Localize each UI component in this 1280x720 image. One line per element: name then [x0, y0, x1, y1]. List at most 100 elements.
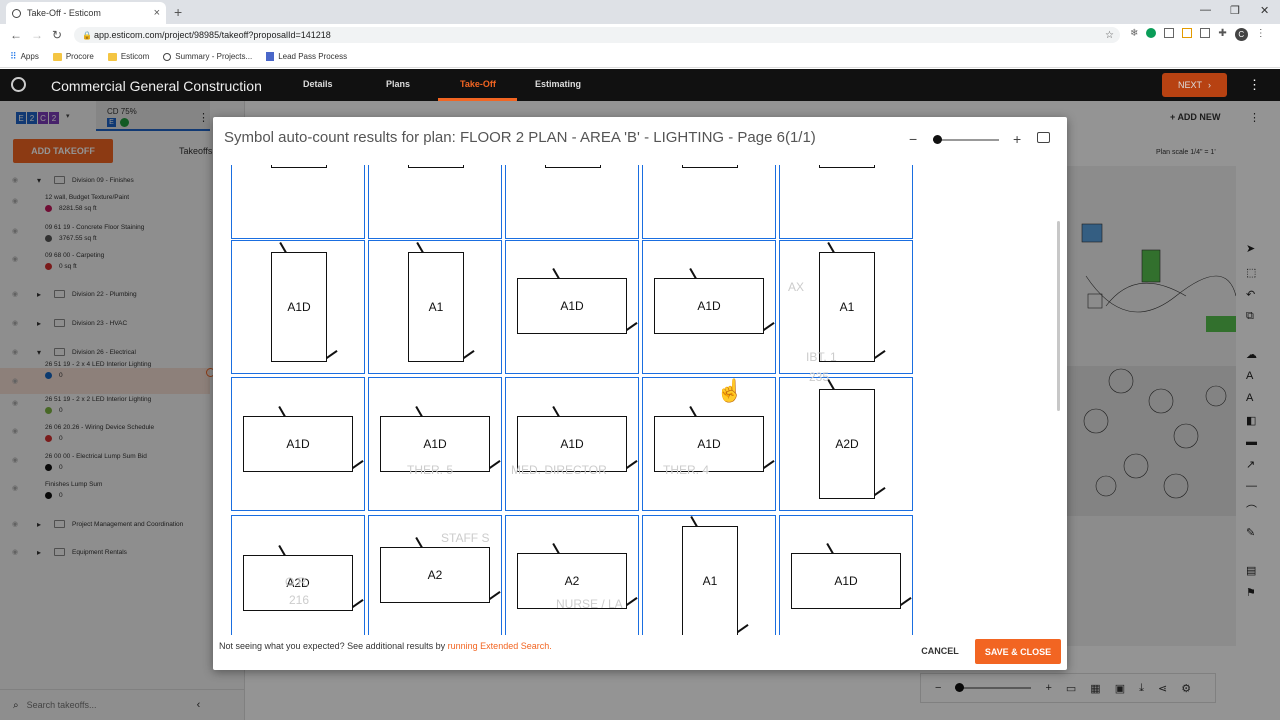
new-tab-icon[interactable]: + — [174, 4, 182, 20]
result-tile[interactable]: A1 — [368, 240, 502, 374]
folder-icon — [52, 52, 62, 61]
nav-details[interactable]: Details — [303, 79, 333, 89]
bookmark-star-icon[interactable]: ☆ — [1105, 30, 1114, 41]
background-plan-text: STAFF S — [441, 531, 490, 545]
result-tile[interactable]: A2 — [505, 515, 639, 635]
folder-icon — [107, 52, 117, 61]
background-plan-text: IBT. 1 — [806, 350, 837, 364]
save-close-button[interactable]: SAVE & CLOSE — [975, 639, 1061, 664]
symbol-results-dialog: Symbol auto-count results for plan: FLOO… — [213, 117, 1067, 670]
extension-icon[interactable] — [1182, 28, 1193, 38]
background-plan-text: 216 — [289, 593, 310, 607]
zoom-out-icon[interactable]: − — [909, 131, 917, 147]
esticom-favicon-icon — [12, 8, 21, 18]
app-header: Commercial General Construction Details … — [0, 69, 1280, 101]
result-tile[interactable]: A1D — [231, 165, 365, 239]
dialog-zoom-slider[interactable] — [933, 135, 999, 144]
nav-plans[interactable]: Plans — [386, 79, 410, 89]
bookmark-lead-pass-process[interactable]: Lead Pass Process — [266, 52, 347, 61]
doc-icon — [266, 52, 275, 61]
bookmark-summary-projects[interactable]: Summary - Projects... — [163, 52, 252, 61]
fixture-symbol: A1D — [819, 165, 875, 168]
fixture-symbol: A1 — [819, 252, 875, 362]
result-tile[interactable]: A1D — [779, 515, 913, 635]
extended-search-hint: Not seeing what you expected? See additi… — [219, 641, 552, 651]
bookmark-procore[interactable]: Procore — [52, 52, 94, 61]
zoom-in-icon[interactable]: + — [1013, 131, 1021, 147]
fixture-symbol: A1D — [682, 165, 738, 168]
result-tile[interactable]: A1D — [779, 165, 913, 239]
bookmark-apps[interactable]: ⠿ Apps — [10, 51, 39, 62]
bookmarks-bar: ⠿ Apps Procore Esticom Summary - Projects… — [0, 46, 1280, 68]
esticom-icon — [163, 52, 172, 61]
result-tile[interactable]: A1D — [231, 240, 365, 374]
result-tile[interactable]: A2D — [779, 377, 913, 511]
apps-grid-icon: ⠿ — [10, 51, 17, 61]
result-tile[interactable]: A1D — [505, 165, 639, 239]
background-plan-text: THER. 5 — [407, 463, 454, 477]
fixture-symbol: A1D — [408, 165, 464, 168]
chevron-right-icon: › — [1208, 80, 1211, 90]
extension-icon[interactable] — [1200, 28, 1211, 38]
forward-icon[interactable]: → — [31, 28, 43, 42]
project-title: Commercial General Construction — [51, 78, 262, 94]
fullscreen-icon[interactable] — [1037, 132, 1050, 143]
fixture-symbol: A1D — [545, 165, 601, 168]
result-tile[interactable]: A1D — [368, 165, 502, 239]
nav-takeoff[interactable]: Take-Off — [460, 79, 496, 89]
result-tile[interactable]: A1 — [779, 240, 913, 374]
extended-search-link[interactable]: running Extended Search. — [448, 641, 552, 651]
browser-tab-strip: Take-Off - Esticom × + — ❐ ✕ — [0, 0, 1280, 24]
background-plan-text: NURSE / LA — [556, 597, 623, 611]
background-plan-text: 235 — [809, 370, 830, 384]
fixture-symbol: A2 — [380, 547, 490, 603]
puzzle-icon[interactable]: ✚ — [1218, 28, 1226, 41]
reload-icon[interactable]: ↻ — [52, 28, 62, 42]
close-window-icon[interactable]: ✕ — [1260, 4, 1269, 17]
nav-estimating[interactable]: Estimating — [535, 79, 581, 89]
result-tile[interactable]: A1D — [505, 377, 639, 511]
lock-icon: 🔒 — [82, 30, 92, 40]
close-tab-icon[interactable]: × — [154, 7, 160, 19]
browser-tab[interactable]: Take-Off - Esticom × — [6, 2, 166, 24]
extension-icon[interactable] — [1146, 28, 1157, 38]
restore-icon[interactable]: ❐ — [1230, 4, 1240, 17]
back-icon[interactable]: ← — [10, 28, 22, 42]
minimize-icon[interactable]: — — [1200, 4, 1211, 16]
cancel-button[interactable]: CANCEL — [915, 639, 965, 663]
profile-avatar[interactable]: C — [1234, 28, 1248, 41]
fixture-symbol: A2D — [819, 389, 875, 499]
fixture-symbol: A1D — [271, 165, 327, 168]
result-tile[interactable]: A1D — [642, 165, 776, 239]
fixture-symbol: A1D — [517, 278, 627, 334]
background-plan-text: AX — [788, 280, 805, 294]
app-menu-icon[interactable]: ⋮ — [1248, 77, 1261, 93]
extensions-bar: ❄ ✚ C ⋮ — [1130, 28, 1266, 41]
result-tile[interactable]: A1D — [368, 377, 502, 511]
result-tile[interactable]: A1 — [642, 515, 776, 635]
url-text: app.esticom.com/project/98985/takeoff?pr… — [94, 30, 331, 40]
fixture-symbol: A1 — [408, 252, 464, 362]
extension-icon[interactable]: ❄ — [1130, 28, 1138, 41]
result-tile[interactable]: A1D — [642, 240, 776, 374]
fixture-symbol: A1D — [271, 252, 327, 362]
result-tile[interactable]: A1D — [231, 377, 365, 511]
browser-tab-title: Take-Off - Esticom — [27, 8, 101, 18]
fixture-symbol: A1D — [243, 416, 353, 472]
chrome-menu-icon[interactable]: ⋮ — [1256, 28, 1266, 41]
next-button[interactable]: NEXT › — [1162, 73, 1227, 97]
results-grid: A1DA1DA1DA1DA1DA1DA1A1DA1DA1A1DA1DA1DA1D… — [231, 165, 931, 635]
fixture-symbol: A1 — [682, 526, 738, 635]
dialog-scrollbar[interactable] — [1057, 221, 1060, 411]
result-tile[interactable]: A1D — [642, 377, 776, 511]
hand-cursor-icon: ☝ — [716, 378, 744, 403]
background-plan-text: O.R. — [285, 575, 310, 589]
background-plan-text: THER. 4 — [663, 463, 710, 477]
fixture-symbol: A1D — [791, 553, 901, 609]
result-tile[interactable]: A1D — [505, 240, 639, 374]
url-field[interactable]: 🔒 app.esticom.com/project/98985/takeoff?… — [74, 27, 1120, 43]
extension-icon[interactable] — [1164, 28, 1175, 38]
bookmark-esticom[interactable]: Esticom — [107, 52, 149, 61]
app-logo-icon[interactable] — [11, 77, 26, 92]
fixture-symbol: A1D — [654, 278, 764, 334]
